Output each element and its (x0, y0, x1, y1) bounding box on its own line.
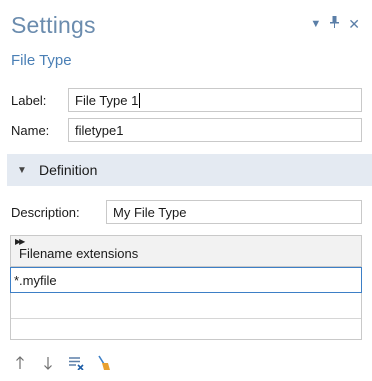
table-row[interactable] (11, 319, 361, 345)
panel-subtitle: File Type (11, 52, 72, 69)
column-header-extensions: Filename extensions (19, 246, 139, 261)
column-expand-icon[interactable]: ▶▶ (15, 237, 25, 246)
description-field-value: My File Type (113, 204, 187, 220)
collapse-triangle-icon[interactable]: ▼ (17, 165, 31, 176)
description-field[interactable]: My File Type (106, 200, 362, 224)
close-icon[interactable]: ✕ (348, 17, 360, 31)
name-caption: Name: (11, 122, 50, 138)
window-controls: ▼ ✕ (310, 16, 360, 31)
description-row: Description: My File Type (11, 199, 362, 225)
label-row: Label: File Type 1 (11, 87, 362, 113)
label-caption: Label: (11, 92, 47, 108)
description-caption: Description: (11, 204, 80, 220)
extensions-table: ▶▶ Filename extensions *.myfile (10, 235, 362, 340)
table-toolbar (12, 354, 112, 372)
name-field[interactable]: filetype1 (68, 118, 362, 142)
text-caret (139, 92, 141, 108)
section-title: Definition (39, 162, 98, 178)
dropdown-arrow-icon[interactable]: ▼ (310, 18, 321, 30)
move-up-icon[interactable] (12, 354, 28, 372)
clear-table-icon[interactable] (96, 354, 112, 372)
table-cell: *.myfile (14, 272, 57, 288)
table-row[interactable]: *.myfile (10, 267, 362, 293)
panel-title: Settings (11, 12, 96, 38)
name-field-value: filetype1 (75, 122, 124, 138)
table-row[interactable] (11, 293, 361, 319)
label-field[interactable]: File Type 1 (68, 88, 362, 112)
label-field-value: File Type 1 (75, 92, 139, 108)
move-down-icon[interactable] (40, 354, 56, 372)
table-header[interactable]: ▶▶ Filename extensions (11, 236, 361, 267)
name-row: Name: filetype1 (11, 117, 362, 143)
pin-icon[interactable] (330, 16, 340, 31)
definition-section-header[interactable]: ▼ Definition (7, 154, 372, 186)
delete-rows-icon[interactable] (68, 354, 84, 372)
